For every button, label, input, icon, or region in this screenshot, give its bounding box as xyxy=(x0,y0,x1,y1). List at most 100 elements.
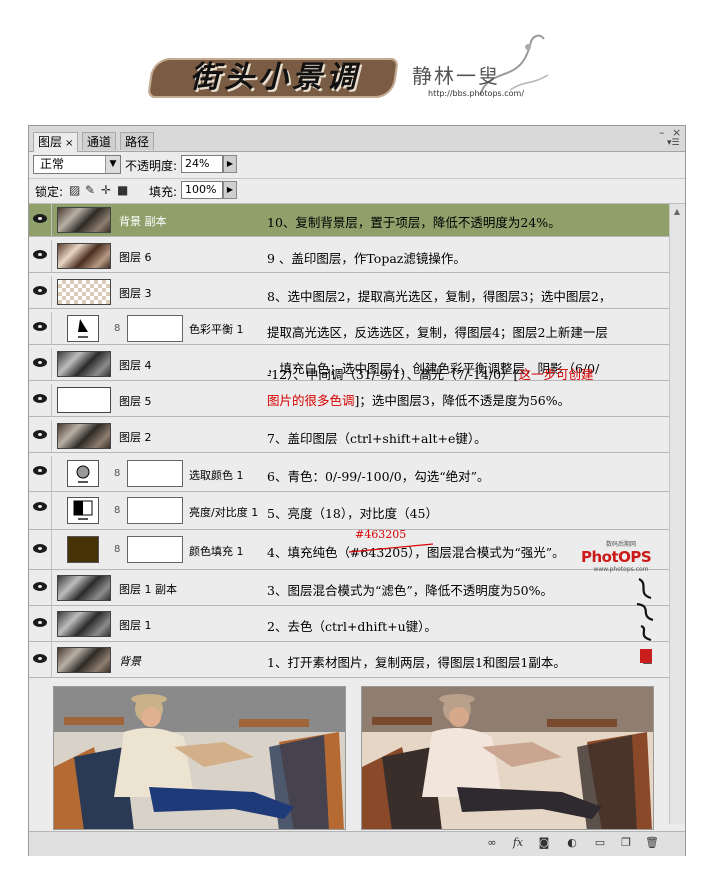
layer-name: 图层 1 xyxy=(119,619,152,632)
chain-link-icon: 8 xyxy=(114,505,121,516)
step-note-text: ]；选中图层3，降低不透是度为56%。 xyxy=(354,393,571,408)
opacity-input[interactable]: 24% xyxy=(181,155,223,173)
step-note-line4: -12）、中间调（31/-9/1）、高光（7/-14/0）[这一步可创建 xyxy=(267,364,593,383)
tab-layers-label: 图层 xyxy=(38,135,63,149)
visibility-toggle[interactable] xyxy=(29,606,52,641)
minimize-icon[interactable]: – xyxy=(659,126,665,139)
scroll-up-icon[interactable]: ▲ xyxy=(671,207,683,217)
layer-row-layer-2[interactable]: 图层 2 7、盖印图层（ctrl+shift+alt+e键）。 xyxy=(29,420,669,453)
panel-menu-icon[interactable]: ▾☰ xyxy=(667,138,680,148)
visibility-toggle[interactable] xyxy=(29,276,52,308)
layer-style-icon[interactable]: fx xyxy=(511,837,525,849)
step-note: 1、打开素材图片，复制两层，得图层1和图层1副本。 xyxy=(267,655,566,670)
trash-icon[interactable]: 🗑 xyxy=(645,837,659,849)
visibility-toggle[interactable] xyxy=(29,384,52,416)
layer-mask-thumbnail xyxy=(127,497,183,524)
layer-row-color-balance[interactable]: 8 色彩平衡 1 提取高光选区，反选选区，复制，得图层4；图层2上新建一层 xyxy=(29,312,669,345)
layer-mask-thumbnail xyxy=(127,315,183,342)
step-note: 9 、盖印图层，作Topaz滤镜操作。 xyxy=(267,251,466,266)
tab-layers[interactable]: 图层 × xyxy=(33,132,79,152)
add-mask-icon[interactable]: ◙ xyxy=(537,837,551,849)
eye-icon xyxy=(33,618,47,627)
chevron-down-icon: ▼ xyxy=(105,156,120,173)
visibility-toggle[interactable] xyxy=(29,312,52,344)
layer-row-brightness-contrast[interactable]: 8 亮度/对比度 1 5、亮度（18），对比度（45） xyxy=(29,492,669,530)
layer-thumbnail xyxy=(57,423,111,449)
layer-thumbnail xyxy=(57,387,111,413)
lock-position-icon[interactable]: ✛ xyxy=(101,183,111,197)
visibility-toggle[interactable] xyxy=(29,570,52,605)
layer-row-layer-3[interactable]: 图层 3 8、选中图层2，提取高光选区，复制，得图层3；选中图层2， xyxy=(29,276,669,309)
step-note-line5: 图片的很多色调]；选中图层3，降低不透是度为56%。 xyxy=(267,390,570,409)
lock-all-icon[interactable]: ■ xyxy=(117,183,128,197)
selective-color-icon xyxy=(67,460,99,487)
blend-opacity-row: 正常 ▼ 不透明度: 24% ▶ xyxy=(29,152,685,179)
new-layer-icon[interactable]: ❐ xyxy=(619,837,633,849)
layer-row-selective-color[interactable]: 8 选取颜色 1 6、青色：0/-99/-100/0，勾选“绝对”。 xyxy=(29,456,669,492)
lock-pixels-icon[interactable]: ✎ xyxy=(85,183,95,197)
layer-name: 背景 xyxy=(119,655,141,668)
layer-thumbnail xyxy=(57,575,111,601)
eye-icon xyxy=(33,358,47,367)
visibility-toggle[interactable] xyxy=(29,240,52,272)
calligraphy-seal-icon xyxy=(636,578,654,663)
eye-icon xyxy=(33,286,47,295)
layer-name: 图层 4 xyxy=(119,359,152,372)
new-group-icon[interactable]: ▭ xyxy=(593,837,607,849)
tab-paths[interactable]: 路径 xyxy=(120,132,155,150)
eye-icon xyxy=(33,466,47,475)
author-signature: 静林一叟 xyxy=(412,64,500,88)
lock-transparency-icon[interactable]: ▨ xyxy=(69,183,80,197)
layer-row-layer-5[interactable]: 图层 5 -12）、中间调（31/-9/1）、高光（7/-14/0）[这一步可创… xyxy=(29,367,669,417)
tab-channels-label: 通道 xyxy=(87,135,112,149)
step-note-highlight: 图片的很多色调 xyxy=(267,393,355,408)
visibility-toggle[interactable] xyxy=(29,420,52,452)
chain-link-icon: 8 xyxy=(114,468,121,479)
close-icon[interactable]: × xyxy=(65,138,73,149)
link-layers-icon[interactable]: ∞ xyxy=(485,837,499,849)
brand-name: PhotOPS xyxy=(581,548,652,566)
tab-channels[interactable]: 通道 xyxy=(82,132,117,150)
layer-row-color-fill[interactable]: 8 颜色填充 1 4、填充纯色（#643205），图层混合模式为“强光”。 #4… xyxy=(29,528,669,570)
layer-name: 亮度/对比度 1 xyxy=(189,506,259,519)
layer-mask-thumbnail xyxy=(127,536,183,563)
opacity-slider-button[interactable]: ▶ xyxy=(223,155,237,173)
color-fill-icon xyxy=(67,536,99,563)
layer-row-layer-1[interactable]: 图层 1 2、去色（ctrl+dhift+u键）。 xyxy=(29,606,669,642)
panel-bottom-toolbar: ∞ fx ◙ ◐ ▭ ❐ 🗑 xyxy=(29,831,685,856)
layer-thumbnail xyxy=(57,243,111,269)
visibility-toggle[interactable] xyxy=(29,348,52,380)
layer-row-layer-1-copy[interactable]: 图层 1 副本 3、图层混合模式为“滤色”，降低不透明度为50%。 xyxy=(29,570,669,606)
chain-link-icon: 8 xyxy=(114,544,121,555)
fill-input[interactable]: 100% xyxy=(181,181,223,199)
visibility-toggle[interactable] xyxy=(29,204,52,236)
color-balance-icon xyxy=(67,315,99,342)
layer-name: 图层 3 xyxy=(119,287,152,300)
step-note: 3、图层混合模式为“滤色”，降低不透明度为50%。 xyxy=(267,583,554,598)
adjustment-layer-icon[interactable]: ◐ xyxy=(565,837,579,849)
visibility-toggle[interactable] xyxy=(29,456,52,491)
step-note: 5、亮度（18），对比度（45） xyxy=(267,506,439,521)
layer-row-background[interactable]: 背景 1、打开素材图片，复制两层，得图层1和图层1副本。 xyxy=(29,642,669,678)
layer-thumbnail xyxy=(57,351,111,377)
eye-icon xyxy=(33,654,47,663)
layer-row-layer-6[interactable]: 图层 6 9 、盖印图层，作Topaz滤镜操作。 xyxy=(29,240,669,273)
step-note: 2、去色（ctrl+dhift+u键）。 xyxy=(267,619,437,634)
layer-thumbnail xyxy=(57,207,111,233)
layer-row-background-copy[interactable]: 背景 副本 10、复制背景层，置于项层，降低不透明度为24%。 xyxy=(29,204,669,237)
lock-label: 锁定: xyxy=(35,185,64,199)
blend-mode-select[interactable]: 正常 ▼ xyxy=(33,155,121,174)
brightness-contrast-icon xyxy=(67,497,99,524)
layer-name: 背景 副本 xyxy=(119,215,167,228)
visibility-toggle[interactable] xyxy=(29,530,52,569)
fill-slider-button[interactable]: ▶ xyxy=(223,181,237,199)
eye-icon xyxy=(33,394,47,403)
visibility-toggle[interactable] xyxy=(29,492,52,529)
original-photo xyxy=(53,686,346,830)
visibility-toggle[interactable] xyxy=(29,642,52,677)
layer-list-scrollbar[interactable]: ▲ xyxy=(669,204,685,824)
step-note-highlight: 这一步可创建 xyxy=(518,367,594,382)
site-url: http://bbs.photops.com/ xyxy=(428,89,525,98)
eye-icon xyxy=(33,502,47,511)
layer-thumbnail xyxy=(57,611,111,637)
